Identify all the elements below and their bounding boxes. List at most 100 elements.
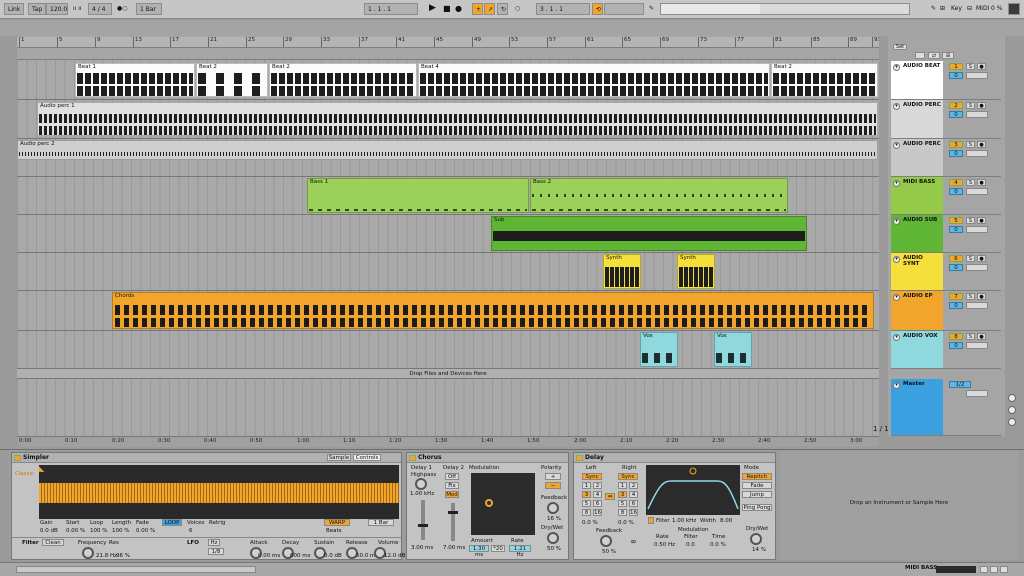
nudge-icons[interactable]: ıı ıı (70, 3, 85, 15)
delay2-off[interactable]: Off (445, 473, 459, 480)
fold-icon[interactable]: ▾ (893, 294, 900, 301)
metronome-menu[interactable]: 1 Bar (136, 3, 162, 15)
fold-icon[interactable]: ▾ (893, 218, 900, 225)
track-activator[interactable]: 5 (949, 217, 963, 224)
track-midi-bass[interactable]: MIDI BASS ▾ 4 0 S ● (891, 177, 1001, 215)
right-step[interactable]: 1 (618, 482, 627, 489)
left-sync[interactable]: Sync (582, 473, 602, 480)
track-activator[interactable]: 4 (949, 179, 963, 186)
arm-button[interactable]: ● (977, 333, 986, 340)
left-step[interactable]: 8 (582, 509, 591, 516)
delay2-fix[interactable]: Fix (445, 482, 459, 489)
drop-files-area[interactable]: Drop Files and Devices Here (17, 369, 879, 379)
highpass-knob[interactable] (415, 478, 427, 490)
gain-value[interactable]: 0.0 dB (40, 528, 58, 534)
fit-icon[interactable] (1008, 418, 1016, 426)
time-value[interactable]: 0.0 % (710, 542, 726, 548)
lane-audio-ep[interactable]: Chords (17, 291, 879, 331)
arm-button[interactable]: ● (977, 102, 986, 109)
right-sync[interactable]: Sync (618, 473, 638, 480)
fold-icon[interactable]: ▾ (893, 180, 900, 187)
track-audio-vox[interactable]: AUDIO VOX ▾ 8 0 S ● (891, 331, 1001, 369)
solo-button[interactable]: S (966, 293, 975, 300)
horizontal-scrollbar[interactable] (16, 566, 256, 573)
lane-audio-vox[interactable]: Vox Vox (17, 331, 879, 369)
arm-button[interactable]: ● (977, 255, 986, 262)
solo-button[interactable]: S (966, 102, 975, 109)
time-signature-field[interactable]: 4 / 4 (88, 3, 112, 15)
warp-mode[interactable]: Beats (326, 528, 342, 534)
clip-chords[interactable]: Chords (112, 292, 874, 329)
delay2-slider[interactable] (448, 503, 458, 541)
track-activator[interactable]: 3 (949, 141, 963, 148)
automation-arm-icon[interactable]: ↗ (484, 3, 495, 15)
drop-instrument-area[interactable]: Drop an Instrument or Sample Here (780, 452, 1018, 560)
arm-button[interactable]: ● (977, 63, 986, 70)
rate-value[interactable]: 1.21 Hz (509, 545, 531, 558)
clip-bass[interactable]: Bass 1 (307, 178, 529, 213)
left-step[interactable]: 16 (593, 509, 602, 516)
mod-filter-value[interactable]: 0.0 (686, 542, 695, 548)
width-value[interactable]: 8.00 (720, 518, 732, 524)
delay2-mod[interactable]: Mod (445, 491, 459, 498)
clip-bass[interactable]: Bass 2 (530, 178, 788, 213)
length-value[interactable]: 100 % (112, 528, 129, 534)
time-ruler[interactable]: 0:00 0:10 0:20 0:30 0:40 0:50 1:00 1:10 … (17, 436, 879, 447)
track-activator[interactable]: 1 (949, 63, 963, 70)
left-step[interactable]: 1 (582, 482, 591, 489)
polarity-minus[interactable]: − (545, 482, 561, 489)
device-on-icon[interactable] (14, 455, 21, 461)
send-button[interactable]: 0 (949, 111, 963, 118)
set-button[interactable]: Set (893, 44, 907, 50)
feedback-knob[interactable] (600, 535, 612, 547)
tab-sample[interactable]: Sample (327, 454, 351, 461)
clip-beat[interactable]: Beat 1 (75, 63, 195, 97)
simpler-device[interactable]: Simpler Sample Controls Classic ◣ Gain 0… (11, 452, 405, 560)
tab-controls[interactable]: Controls (353, 454, 381, 461)
freeze-icon[interactable]: ∞ (630, 537, 637, 546)
chorus-device[interactable]: Chorus Delay 1 Highpass 1.00 kHz 3.00 ms… (406, 452, 569, 560)
drywet-knob[interactable] (750, 533, 762, 545)
beat-time-ruler[interactable]: 1 5 9 13 17 21 25 29 33 37 41 45 49 53 5… (17, 37, 879, 48)
send-button[interactable]: 0 (949, 188, 963, 195)
crossfade-icon[interactable]: ⇄ (928, 52, 940, 59)
track-audio-beat[interactable]: AUDIO BEAT ▾ 1 0 S ● (891, 61, 1001, 100)
scene-toggle[interactable] (915, 52, 925, 59)
filter-type-menu[interactable]: Clean (42, 539, 64, 546)
pan-field[interactable] (966, 188, 988, 195)
clip-audio-perc[interactable]: Audio perc 2 (17, 140, 878, 160)
amount-value[interactable]: 1.30 ms (469, 545, 489, 558)
tempo-field[interactable]: 120.00 (46, 3, 68, 15)
track-audio-synth[interactable]: AUDIO SYNT ▾ 6 0 S ● (891, 253, 1001, 291)
ping-pong-button[interactable]: Ping Pong (742, 504, 772, 511)
device-title[interactable]: Delay (574, 453, 775, 463)
lane-midi-bass[interactable]: Bass 1 Bass 2 (17, 177, 879, 215)
rate-value[interactable]: 0.50 Hz (654, 542, 675, 548)
track-audio-ep[interactable]: AUDIO EP ▾ 7 0 S ● (891, 291, 1001, 331)
clip-beat[interactable]: Beat 2 (196, 63, 268, 97)
mode-fade[interactable]: Fade (742, 482, 772, 489)
send-button[interactable]: 0 (949, 302, 963, 309)
fade-value[interactable]: 0.00 % (136, 528, 155, 534)
loop-button[interactable]: LOOP (162, 519, 182, 526)
track-activator[interactable]: 6 (949, 255, 963, 262)
play-icon[interactable]: ▶ (426, 3, 439, 15)
pan-field[interactable] (966, 111, 988, 118)
mode-jump[interactable]: Jump (742, 491, 772, 498)
track-activator[interactable]: 8 (949, 333, 963, 340)
mode-repitch[interactable]: Repitch (742, 473, 772, 480)
left-step[interactable]: 3 (582, 491, 591, 498)
record-icon[interactable]: ● (452, 3, 465, 15)
clip-beat[interactable]: Beat 2 (771, 63, 878, 97)
hide-icon[interactable] (980, 566, 988, 573)
lfo-hz-button[interactable]: Hz (208, 539, 220, 546)
right-offset[interactable]: 0.0 % (618, 520, 634, 526)
track-master[interactable]: Master ▾ 1/2 (891, 379, 1001, 436)
loop-value[interactable]: 100 % (90, 528, 107, 534)
filter-display[interactable] (646, 465, 740, 515)
voices-value[interactable]: 6 (189, 528, 193, 534)
loop-length-field[interactable] (604, 3, 644, 15)
pan-field[interactable] (966, 264, 988, 271)
send-button[interactable]: 0 (949, 342, 963, 349)
zoom-in-icon[interactable] (1008, 394, 1016, 402)
